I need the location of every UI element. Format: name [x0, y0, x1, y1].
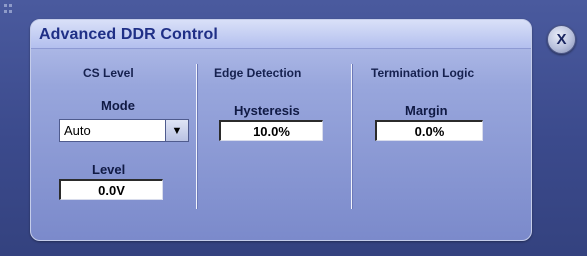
drag-grip-icon[interactable]: [4, 4, 12, 14]
mode-select-value: Auto: [64, 123, 91, 138]
margin-label: Margin: [405, 103, 448, 118]
level-field[interactable]: 0.0V: [59, 179, 163, 200]
chevron-down-icon[interactable]: ▼: [165, 120, 188, 141]
mode-select[interactable]: Auto ▼: [59, 119, 189, 142]
hysteresis-field[interactable]: 10.0%: [219, 120, 323, 141]
mode-label: Mode: [101, 98, 135, 113]
hysteresis-label: Hysteresis: [234, 103, 300, 118]
level-label: Level: [92, 162, 126, 177]
close-button-label: X: [556, 31, 567, 48]
edge-detection-section-title: Edge Detection: [214, 66, 302, 80]
cs-level-section-title: CS Level: [83, 66, 134, 80]
margin-field[interactable]: 0.0%: [375, 120, 483, 141]
close-icon[interactable]: X: [547, 25, 576, 54]
panel-header: Advanced DDR Control: [31, 20, 531, 49]
section-divider-2: [351, 64, 352, 209]
termination-logic-section-title: Termination Logic: [371, 66, 475, 80]
panel-title: Advanced DDR Control: [39, 26, 218, 43]
advanced-ddr-control-panel: Advanced DDR Control CS Level Mode Auto …: [30, 19, 532, 241]
section-divider-1: [196, 64, 197, 209]
